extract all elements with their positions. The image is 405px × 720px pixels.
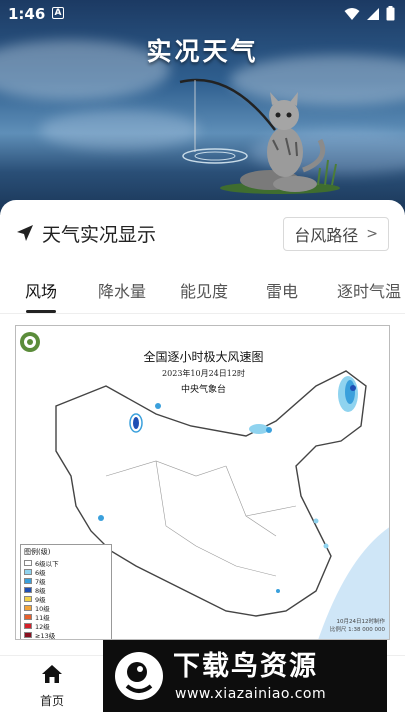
- wind-speed-map[interactable]: 全国逐小时极大风速图 2023年10月24日12时 中央气象台 图例(级) 6级…: [15, 325, 390, 640]
- bird-logo-icon: [115, 652, 163, 700]
- section-header: 天气实况显示: [16, 218, 156, 248]
- map-footnote: 10月24日12时制作 比例尺 1:38 000 000: [330, 618, 385, 634]
- section-title: 天气实况显示: [42, 223, 157, 246]
- legend-swatch: [24, 622, 32, 629]
- fishing-cat-illustration: [179, 78, 340, 194]
- legend-item: ≥13级: [24, 630, 108, 639]
- signal-icon: [367, 7, 379, 20]
- legend-title: 图例(级): [24, 548, 51, 556]
- status-time: 1:46: [8, 5, 46, 23]
- header-banner: 1:46 A 实况天气: [0, 0, 405, 215]
- watermark-banner: 下载鸟资源 www.xiazainiao.com: [103, 640, 387, 712]
- app-screen: 1:46 A 实况天气 天气实况显示 台风路径 > 风场 降水量 能见度 雷电 …: [0, 0, 405, 720]
- legend-swatch: [24, 595, 32, 602]
- legend-swatch: [24, 559, 32, 566]
- notification-badge-icon: A: [52, 7, 64, 19]
- watermark-url: www.xiazainiao.com: [175, 686, 327, 702]
- typhoon-path-button[interactable]: 台风路径 >: [283, 217, 389, 251]
- tab-precipitation[interactable]: 降水量: [98, 278, 146, 302]
- location-arrow-icon: [17, 225, 33, 241]
- legend-swatch: [24, 604, 32, 611]
- tab-divider: [0, 313, 405, 314]
- tab-wind-field[interactable]: 风场: [25, 278, 57, 302]
- legend-label: ≥13级: [35, 631, 56, 640]
- battery-icon: [386, 6, 395, 21]
- wifi-icon: [344, 7, 360, 20]
- weather-tabs: 风场 降水量 能见度 雷电 逐时气温: [0, 278, 405, 314]
- chevron-right-icon: >: [366, 226, 378, 242]
- map-legend: 图例(级) 6级以下 6级 7级 8级 9级 10级 11级 12级 ≥13级: [20, 544, 112, 639]
- watermark-text: 下载鸟资源: [173, 651, 318, 682]
- map-date: 2023年10月24日12时: [162, 369, 245, 378]
- legend-swatch: [24, 568, 32, 575]
- home-icon: [42, 665, 62, 683]
- map-scale: 比例尺 1:38 000 000: [329, 627, 385, 633]
- tab-visibility[interactable]: 能见度: [180, 278, 228, 302]
- map-footnote-date: 10月24日12时制作: [336, 619, 386, 625]
- legend-swatch: [24, 613, 32, 620]
- tab-lightning[interactable]: 雷电: [266, 278, 298, 302]
- nav-home[interactable]: 首页: [30, 664, 74, 709]
- map-organization: 中央气象台: [180, 385, 226, 395]
- status-bar: 1:46 A: [0, 0, 405, 28]
- legend-swatch: [24, 586, 32, 593]
- legend-swatch: [24, 631, 32, 638]
- typhoon-path-label: 台风路径: [294, 226, 359, 245]
- legend-swatch: [24, 577, 32, 584]
- tab-hourly-temperature[interactable]: 逐时气温: [337, 278, 401, 302]
- map-title: 全国逐小时极大风速图: [143, 350, 264, 364]
- nav-home-label: 首页: [39, 694, 64, 708]
